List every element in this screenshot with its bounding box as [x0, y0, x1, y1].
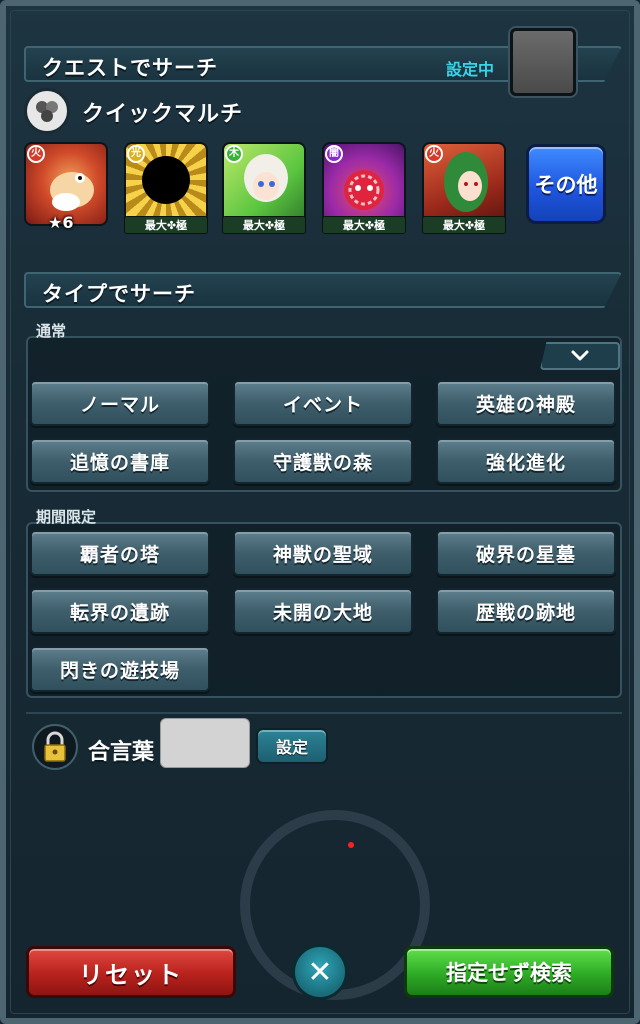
chip-divine-sanctuary[interactable]: 神獣の聖域	[233, 530, 413, 576]
selected-quest-thumbnail[interactable]	[510, 28, 576, 96]
type-search-header: タイプでサーチ	[24, 272, 622, 308]
chip-memory-archive[interactable]: 追憶の書庫	[30, 438, 210, 484]
search-without-filter-button[interactable]: 指定せず検索	[404, 946, 614, 998]
divider	[26, 712, 622, 714]
max-luck-badge: 最大✤極	[322, 216, 406, 234]
chip-inspiration-arcade[interactable]: 閃きの遊技場	[30, 646, 210, 692]
other-monsters-button[interactable]: その他	[526, 144, 606, 224]
monster-slot-2[interactable]: 光 最大✤極	[124, 142, 210, 234]
chip-event[interactable]: イベント	[233, 380, 413, 426]
monster-slot-1[interactable]: 火 ★6	[24, 142, 110, 232]
chip-unexplored-land[interactable]: 未開の大地	[233, 588, 413, 634]
limited-section-label: 期間限定	[36, 508, 97, 526]
chip-evolution[interactable]: 強化進化	[436, 438, 616, 484]
max-luck-badge: 最大✤極	[422, 216, 506, 234]
monster-slot-5[interactable]: 火 最大✤極	[422, 142, 508, 234]
quest-search-title: クエストでサーチ	[42, 56, 218, 80]
max-luck-badge: 最大✤極	[222, 216, 306, 234]
monster-slot-3[interactable]: 木 最大✤極	[222, 142, 308, 234]
background-quest-ghost	[40, 790, 600, 1000]
chip-guardian-forest[interactable]: 守護獣の森	[233, 438, 413, 484]
reset-button[interactable]: リセット	[26, 946, 236, 998]
type-search-title: タイプでサーチ	[42, 282, 196, 306]
password-set-button[interactable]: 設定	[256, 728, 328, 764]
password-label: 合言葉	[88, 740, 155, 765]
notification-dot	[348, 842, 354, 848]
quick-multi-label: クイックマルチ	[82, 102, 244, 127]
chip-ruins[interactable]: 転界の遺跡	[30, 588, 210, 634]
max-luck-badge: 最大✤極	[124, 216, 208, 234]
lock-icon	[32, 724, 78, 770]
quest-search-status: 設定中	[445, 60, 494, 79]
normal-section-label: 通常	[36, 322, 67, 340]
expand-toggle[interactable]	[540, 342, 620, 370]
chip-battle-ground[interactable]: 歴戦の跡地	[436, 588, 616, 634]
wood-attribute-icon: 木	[225, 145, 243, 163]
quick-multi-icon	[24, 88, 70, 134]
close-button[interactable]: ✕	[292, 944, 348, 1000]
chip-normal[interactable]: ノーマル	[30, 380, 210, 426]
monster-slot-4[interactable]: 闇 最大✤極	[322, 142, 408, 234]
dark-attribute-icon: 闇	[325, 145, 343, 163]
chip-star-tomb[interactable]: 破界の星墓	[436, 530, 616, 576]
star-rarity-label: ★6	[48, 213, 74, 232]
fire-attribute-icon: 火	[425, 145, 443, 163]
password-field[interactable]	[160, 718, 250, 768]
close-icon: ✕	[307, 954, 333, 990]
chip-conqueror-tower[interactable]: 覇者の塔	[30, 530, 210, 576]
chevron-down-icon	[571, 350, 589, 361]
chip-hero-temple[interactable]: 英雄の神殿	[436, 380, 616, 426]
light-attribute-icon: 光	[127, 145, 145, 163]
fire-attribute-icon: 火	[27, 145, 45, 163]
